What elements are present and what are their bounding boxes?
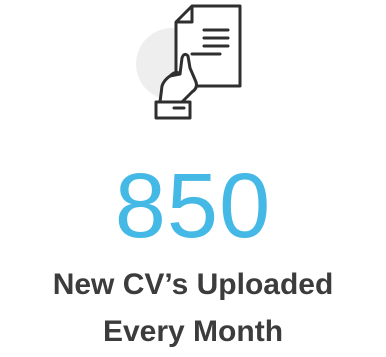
hand-holding-document-icon (134, 4, 246, 122)
stat-card: 850 New CV’s Uploaded Every Month (0, 0, 386, 357)
stat-label-line-1: New CV’s Uploaded (52, 268, 334, 301)
stat-label-line-2: Every Month (102, 315, 284, 348)
stat-number: 850 (114, 155, 272, 257)
